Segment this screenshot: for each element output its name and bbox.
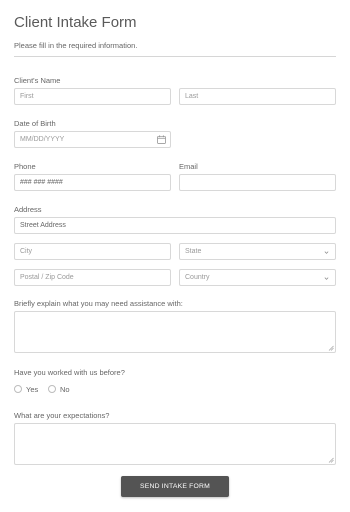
expectations-textarea[interactable]	[14, 423, 336, 465]
radio-no-label[interactable]: No	[60, 385, 70, 394]
phone-input[interactable]: ### ### ####	[14, 174, 171, 191]
state-placeholder: State	[185, 248, 202, 255]
state-select[interactable]: State	[179, 243, 336, 260]
expectations-label: What are your expectations?	[14, 411, 110, 420]
radio-no[interactable]	[48, 385, 56, 393]
chevron-down-icon	[324, 277, 329, 280]
header-divider	[14, 56, 336, 57]
address-label: Address	[14, 205, 42, 214]
assistance-textarea[interactable]	[14, 311, 336, 353]
country-placeholder: Country	[185, 274, 210, 281]
email-label: Email	[179, 162, 198, 171]
resize-handle-icon[interactable]	[328, 345, 334, 351]
radio-yes-label[interactable]: Yes	[26, 385, 38, 394]
city-input[interactable]: City	[14, 243, 171, 260]
assistance-label: Briefly explain what you may need assist…	[14, 299, 183, 308]
dob-input[interactable]: MM/DD/YYYY	[14, 131, 171, 148]
chevron-down-icon	[324, 251, 329, 254]
first-name-input[interactable]: First	[14, 88, 171, 105]
street-address-input[interactable]: Street Address	[14, 217, 336, 234]
zip-input[interactable]: Postal / Zip Code	[14, 269, 171, 286]
dob-label: Date of Birth	[14, 119, 56, 128]
calendar-icon[interactable]	[157, 135, 166, 144]
dob-placeholder: MM/DD/YYYY	[20, 136, 65, 143]
last-name-input[interactable]: Last	[179, 88, 336, 105]
form-subtitle: Please fill in the required information.	[14, 41, 138, 50]
radio-yes[interactable]	[14, 385, 22, 393]
send-intake-form-button[interactable]: SEND INTAKE FORM	[121, 476, 229, 497]
country-select[interactable]: Country	[179, 269, 336, 286]
resize-handle-icon[interactable]	[328, 457, 334, 463]
form-title: Client Intake Form	[14, 14, 137, 31]
worked-before-label: Have you worked with us before?	[14, 368, 125, 377]
email-input[interactable]	[179, 174, 336, 191]
client-name-label: Client's Name	[14, 76, 61, 85]
phone-label: Phone	[14, 162, 36, 171]
